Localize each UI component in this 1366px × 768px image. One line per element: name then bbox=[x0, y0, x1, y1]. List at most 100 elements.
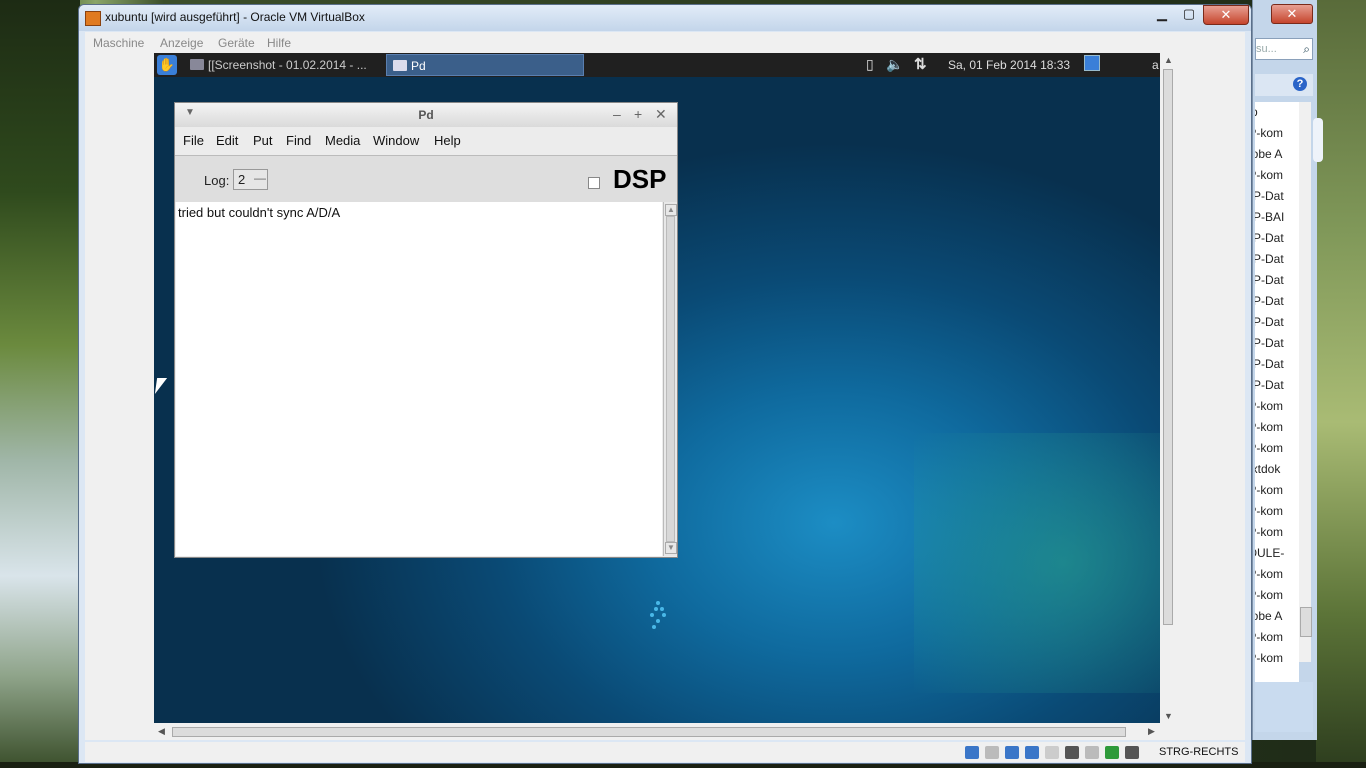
scroll-right-icon[interactable]: ▶ bbox=[1148, 726, 1155, 737]
list-item[interactable]: IDULE- bbox=[1255, 543, 1299, 564]
vm-vertical-scrollbar[interactable]: ▲ ▼ bbox=[1160, 53, 1176, 723]
list-item[interactable]: IP-kom bbox=[1255, 585, 1299, 606]
menu-maschine[interactable]: Maschine bbox=[93, 36, 144, 50]
list-item[interactable]: IP-kom bbox=[1255, 480, 1299, 501]
status-device-icon[interactable] bbox=[1025, 746, 1039, 760]
list-item[interactable]: extdok bbox=[1255, 459, 1299, 480]
log-level-select[interactable]: 2 — bbox=[233, 169, 268, 190]
status-device-icon[interactable] bbox=[1125, 746, 1139, 760]
explorer-close-button[interactable]: ✕ bbox=[1271, 4, 1313, 24]
list-item[interactable]: PP-Dat bbox=[1255, 270, 1299, 291]
scroll-track[interactable] bbox=[666, 216, 675, 542]
guest-screen[interactable]: ✋ [[Screenshot - 01.02.2014 - ... Pd ▯ 🔈… bbox=[154, 53, 1160, 723]
status-device-icon[interactable] bbox=[1065, 746, 1079, 760]
list-item[interactable]: IP-kom bbox=[1255, 417, 1299, 438]
pd-titlebar[interactable]: ▼ Pd – + ✕ bbox=[175, 103, 677, 127]
list-item[interactable]: PP-Dat bbox=[1255, 354, 1299, 375]
list-item[interactable]: PP-Dat bbox=[1255, 228, 1299, 249]
list-item[interactable]: IP-kom bbox=[1255, 438, 1299, 459]
scroll-down-icon[interactable]: ▼ bbox=[665, 542, 677, 554]
list-item[interactable]: PP-Dat bbox=[1255, 186, 1299, 207]
scroll-left-icon[interactable]: ◀ bbox=[158, 726, 165, 737]
explorer-side-button[interactable] bbox=[1313, 118, 1323, 162]
explorer-search-placeholder: su... bbox=[1256, 43, 1277, 55]
list-item[interactable]: IP-kom bbox=[1255, 501, 1299, 522]
workspace-switcher[interactable] bbox=[1084, 55, 1100, 71]
search-icon[interactable]: ⌕ bbox=[1303, 39, 1310, 59]
status-device-icon[interactable] bbox=[1085, 746, 1099, 760]
status-device-icon[interactable] bbox=[965, 746, 979, 760]
status-device-icon[interactable] bbox=[1105, 746, 1119, 760]
panel-clock[interactable]: Sa, 01 Feb 2014 18:33 bbox=[948, 58, 1070, 72]
list-item[interactable]: IP-kom bbox=[1255, 522, 1299, 543]
menu-put[interactable]: Put bbox=[253, 133, 273, 148]
list-item[interactable]: IP-kom bbox=[1255, 396, 1299, 417]
desktop-wallpaper-right bbox=[1316, 0, 1366, 768]
status-device-icon[interactable] bbox=[985, 746, 999, 760]
maximize-button[interactable]: + bbox=[634, 106, 642, 122]
spinner-dot bbox=[654, 607, 658, 611]
volume-icon[interactable]: 🔈 bbox=[886, 56, 903, 73]
list-item[interactable]: dobe A bbox=[1255, 606, 1299, 627]
minimize-button[interactable]: – bbox=[613, 106, 621, 122]
explorer-scrollbar[interactable] bbox=[1299, 102, 1312, 662]
list-item[interactable]: PP-Dat bbox=[1255, 291, 1299, 312]
scroll-down-icon[interactable]: ▼ bbox=[1164, 711, 1173, 721]
menu-geraete[interactable]: Geräte bbox=[218, 36, 255, 50]
list-item[interactable]: PP-Dat bbox=[1255, 249, 1299, 270]
window-title: xubuntu [wird ausgeführt] - Oracle VM Vi… bbox=[105, 10, 365, 24]
help-icon[interactable]: ? bbox=[1293, 77, 1307, 91]
list-item[interactable]: IP-kom bbox=[1255, 165, 1299, 186]
close-button[interactable]: ✕ bbox=[1203, 5, 1249, 25]
menu-anzeige[interactable]: Anzeige bbox=[160, 36, 203, 50]
list-item[interactable]: IP-kom bbox=[1255, 627, 1299, 648]
menu-help[interactable]: Help bbox=[434, 133, 461, 148]
list-item[interactable]: PP-Dat bbox=[1255, 375, 1299, 396]
list-item[interactable]: PP-Dat bbox=[1255, 333, 1299, 354]
pd-console[interactable]: tried but couldn't sync A/D/A bbox=[176, 202, 662, 556]
status-device-icon[interactable] bbox=[1045, 746, 1059, 760]
network-icon[interactable]: ⇅ bbox=[914, 55, 927, 73]
list-item[interactable]: dobe A bbox=[1255, 144, 1299, 165]
console-scrollbar[interactable]: ▲ ▼ bbox=[663, 202, 677, 556]
scroll-up-icon[interactable]: ▲ bbox=[665, 204, 677, 216]
spinner-dot bbox=[650, 613, 654, 617]
wallpaper-glow bbox=[914, 433, 1160, 693]
explorer-details-pane bbox=[1255, 682, 1313, 732]
user-indicator[interactable]: a bbox=[1152, 58, 1159, 72]
list-item[interactable]: IP-kom bbox=[1255, 564, 1299, 585]
close-button[interactable]: ✕ bbox=[655, 106, 667, 123]
status-device-icon[interactable] bbox=[1005, 746, 1019, 760]
pd-menubar: File Edit Put Find Media Window Help bbox=[175, 127, 677, 156]
list-item[interactable]: IP-kom bbox=[1255, 648, 1299, 669]
spinner-dot bbox=[656, 601, 660, 605]
explorer-search-input[interactable]: su... ⌕ bbox=[1255, 38, 1313, 60]
explorer-file-list[interactable]: ypIP-komdobe AIP-komPP-DatPP-BAIPP-DatPP… bbox=[1255, 102, 1299, 682]
minimize-button[interactable]: ▁ bbox=[1149, 5, 1175, 23]
menu-find[interactable]: Find bbox=[286, 133, 311, 148]
list-item[interactable]: IP-kom bbox=[1255, 123, 1299, 144]
battery-icon[interactable]: ▯ bbox=[866, 56, 874, 73]
scroll-thumb[interactable] bbox=[1163, 69, 1173, 625]
explorer-scroll-thumb[interactable] bbox=[1300, 607, 1312, 637]
dsp-checkbox[interactable] bbox=[588, 177, 600, 189]
maximize-button[interactable]: ▢ bbox=[1176, 5, 1202, 23]
virtualbox-app-icon bbox=[85, 11, 101, 26]
task-pd[interactable]: Pd bbox=[386, 54, 584, 76]
list-item[interactable]: PP-Dat bbox=[1255, 312, 1299, 333]
log-level-value: 2 bbox=[238, 172, 246, 187]
menu-edit[interactable]: Edit bbox=[216, 133, 238, 148]
scroll-thumb[interactable] bbox=[172, 727, 1126, 737]
background-explorer-window[interactable]: ✕ su... ⌕ ? ypIP-komdobe AIP-komPP-DatPP… bbox=[1252, 0, 1323, 740]
vm-horizontal-scrollbar[interactable]: ◀ ▶ bbox=[154, 724, 1160, 740]
task-screenshot[interactable]: [[Screenshot - 01.02.2014 - ... bbox=[184, 54, 384, 76]
menu-file[interactable]: File bbox=[183, 133, 204, 148]
virtualbox-titlebar[interactable]: xubuntu [wird ausgeführt] - Oracle VM Vi… bbox=[79, 5, 1251, 31]
list-item[interactable]: yp bbox=[1255, 102, 1299, 123]
list-item[interactable]: PP-BAI bbox=[1255, 207, 1299, 228]
scroll-up-icon[interactable]: ▲ bbox=[1164, 55, 1173, 65]
xfce-menu-icon[interactable]: ✋ bbox=[157, 55, 177, 75]
menu-window[interactable]: Window bbox=[373, 133, 419, 148]
menu-hilfe[interactable]: Hilfe bbox=[267, 36, 291, 50]
menu-media[interactable]: Media bbox=[325, 133, 360, 148]
